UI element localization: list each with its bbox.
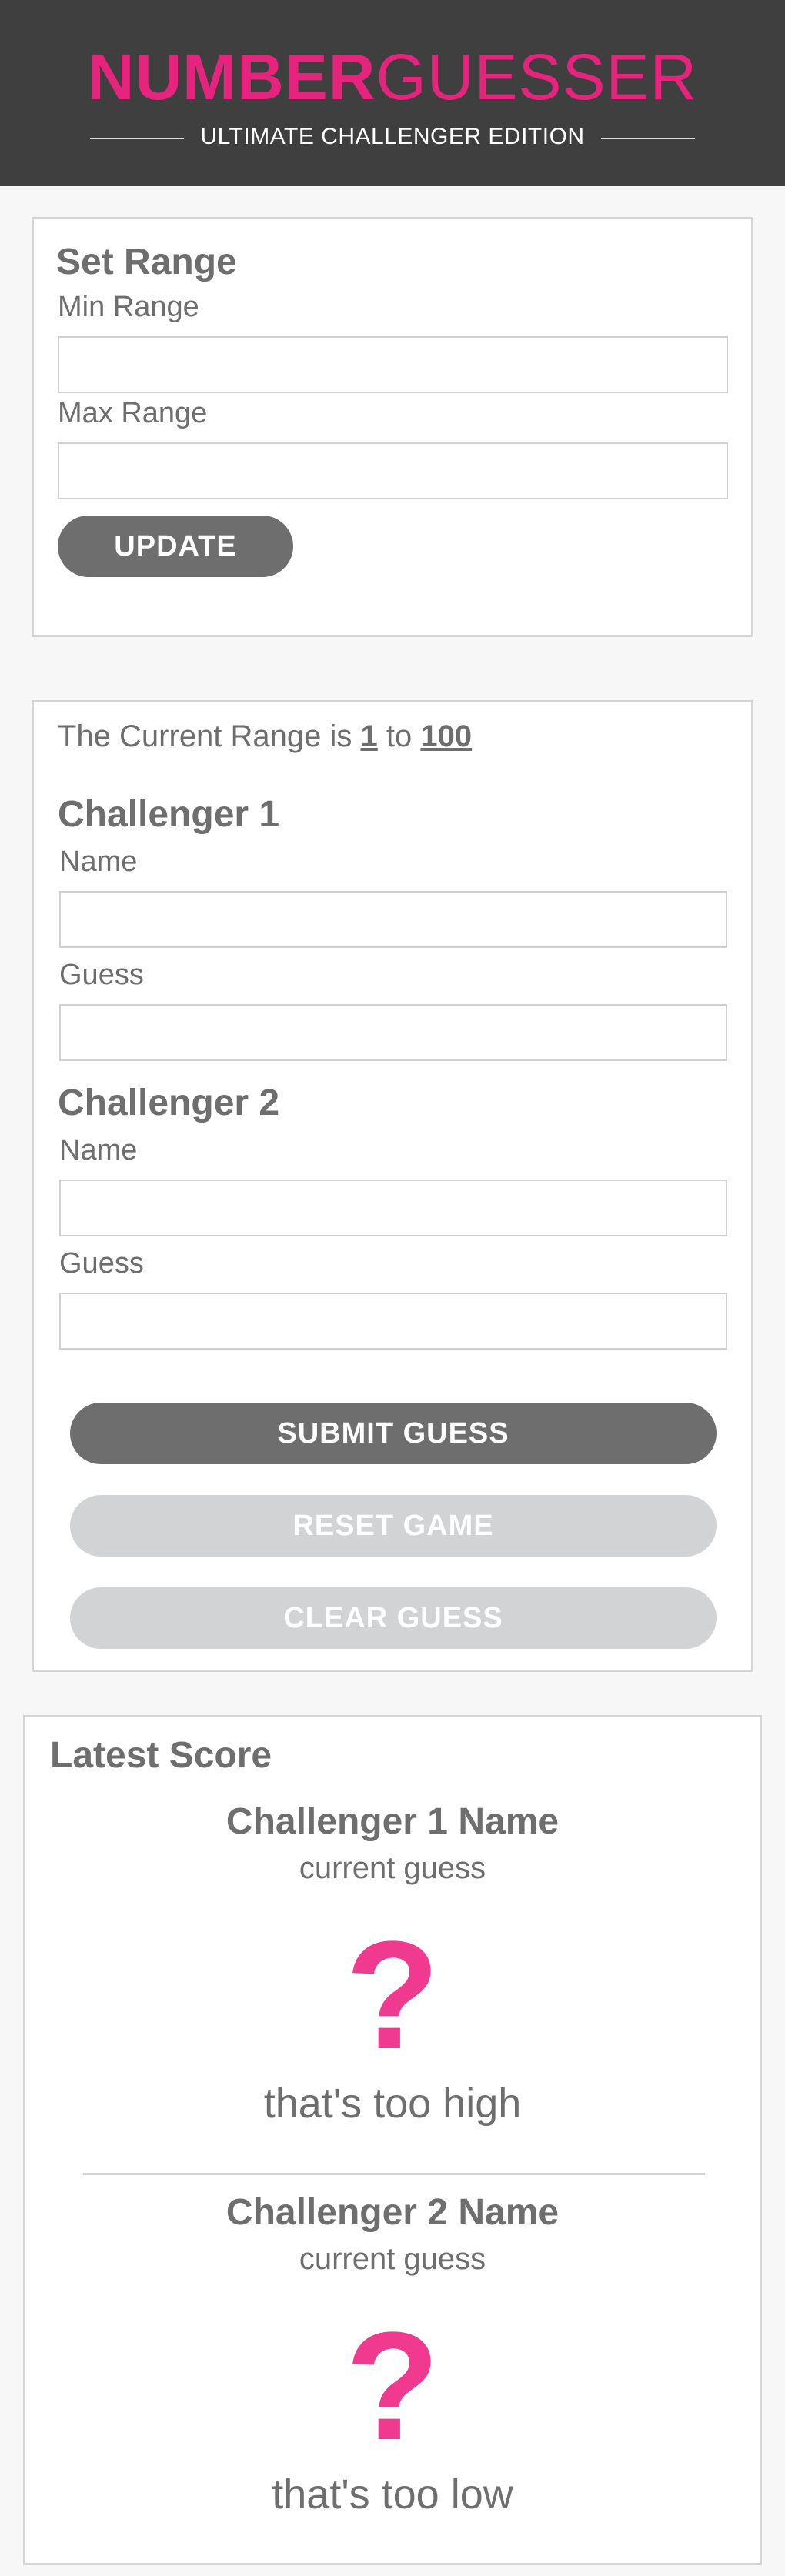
logo-bold-text: NUMBER: [87, 41, 376, 113]
score-challenger-2-sub: current guess: [299, 2242, 486, 2276]
site-header: NUMBERGUESSER ULTIMATE CHALLENGER EDITIO…: [0, 0, 785, 186]
score-challenger-1-message: that's too high: [263, 2080, 522, 2127]
current-range-max: 100: [420, 719, 473, 753]
challenger-1-guess-input[interactable]: [59, 1004, 727, 1061]
current-range-to: to: [386, 719, 413, 753]
challenger-1-title: Challenger 1: [58, 794, 280, 835]
challenger-2-name-input[interactable]: [59, 1180, 727, 1236]
current-range-prefix: The Current Range is: [58, 719, 352, 753]
challenger-1-guess-label: Guess: [59, 959, 144, 991]
subtitle-row: ULTIMATE CHALLENGER EDITION: [0, 122, 785, 152]
challenger-2-guess-input[interactable]: [59, 1293, 727, 1350]
latest-score-title: Latest Score: [50, 1735, 272, 1776]
subtitle-divider-right: [601, 138, 695, 139]
set-range-card: Set Range Min Range Max Range UPDATE: [32, 217, 753, 637]
clear-guess-button[interactable]: CLEAR GUESS: [70, 1587, 717, 1649]
min-range-label: Min Range: [58, 291, 199, 323]
current-range-text: The Current Range is 1 to 100: [58, 718, 472, 755]
challenger-2-name-label: Name: [59, 1134, 138, 1166]
current-range-min: 1: [360, 719, 378, 753]
challenger-2-title: Challenger 2: [58, 1083, 280, 1123]
set-range-title: Set Range: [56, 242, 237, 282]
logo-light-text: GUESSER: [376, 41, 698, 113]
challenger-1-name-input[interactable]: [59, 891, 727, 948]
reset-game-button[interactable]: RESET GAME: [70, 1495, 717, 1557]
score-challenger-2-message: that's too low: [272, 2471, 513, 2518]
submit-guess-button[interactable]: SUBMIT GUESS: [70, 1403, 717, 1464]
score-divider: [83, 2173, 705, 2175]
logo: NUMBERGUESSER: [0, 38, 785, 115]
score-challenger-2-guess-icon: ?: [345, 2301, 440, 2472]
max-range-input[interactable]: [58, 442, 728, 499]
max-range-label: Max Range: [58, 397, 208, 429]
challenger-2-guess-label: Guess: [59, 1247, 144, 1280]
score-challenger-1-guess-icon: ?: [345, 1910, 440, 2081]
challenger-1-name-label: Name: [59, 846, 138, 878]
min-range-input[interactable]: [58, 336, 728, 393]
update-button[interactable]: UPDATE: [58, 516, 293, 577]
score-challenger-2-name: Challenger 2 Name: [225, 2192, 560, 2233]
score-challenger-1-sub: current guess: [299, 1851, 486, 1885]
latest-score-card: Latest Score Challenger 1 Name current g…: [23, 1715, 762, 2565]
play-card: The Current Range is 1 to 100 Challenger…: [32, 700, 753, 1672]
subtitle: ULTIMATE CHALLENGER EDITION: [200, 124, 585, 149]
score-challenger-1-name: Challenger 1 Name: [225, 1801, 560, 1842]
